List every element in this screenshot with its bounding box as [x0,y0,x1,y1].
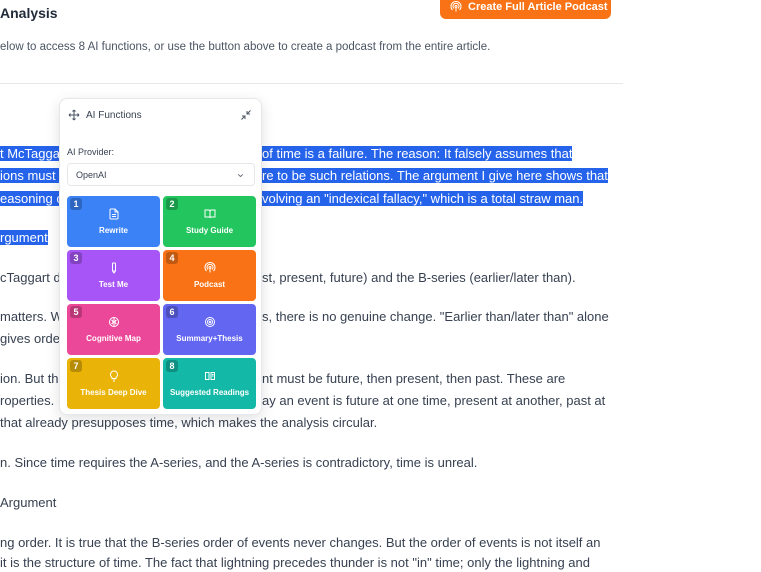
tile-rewrite[interactable]: 1 Rewrite [67,196,160,247]
tile-study-guide[interactable]: 2 Study Guide [163,196,256,247]
article-line: st, present, future) and the B-series (e… [262,270,576,285]
divider [0,83,623,84]
tile-number: 4 [166,252,178,264]
article-line: n. Since time requires the A-series, and… [0,455,478,470]
tile-label: Test Me [98,280,129,289]
tile-label: Suggested Readings [169,388,250,397]
panel-header[interactable]: AI Functions [60,99,261,131]
tile-number: 1 [70,198,82,210]
target-icon [204,317,215,327]
article-line: gives order [0,331,65,346]
article-line: t McTagga [0,146,60,161]
tile-label: Study Guide [185,226,234,235]
tile-cognitive-map[interactable]: 5 Cognitive Map [67,304,160,355]
page-subtitle: elow to access 8 AI functions, or use th… [0,41,491,53]
article-line: ion. But th [0,371,59,386]
tile-label: Rewrite [99,226,128,235]
article-line: it is the structure of time. The fact th… [0,555,590,570]
tile-number: 8 [166,360,178,372]
move-icon[interactable] [68,109,80,121]
book-icon [204,209,215,219]
create-podcast-label: Create Full Article Podcast [468,0,608,13]
minimize-icon[interactable] [240,109,252,121]
tile-label: Summary+Thesis [176,334,243,343]
brain-icon [108,317,119,327]
page-title: Analysis [0,5,58,21]
tile-number: 7 [70,360,82,372]
tile-number: 2 [166,198,178,210]
provider-value: OpenAI [76,169,107,180]
ai-functions-panel: AI Functions AI Provider: OpenAI 1 Rewri… [59,98,262,415]
create-podcast-button[interactable]: Create Full Article Podcast [440,0,611,19]
book-open-icon [204,372,215,380]
podcast-icon [204,262,215,273]
lightbulb-icon [109,370,118,382]
panel-title: AI Functions [86,109,142,121]
tile-number: 5 [70,306,82,318]
tile-summary-thesis[interactable]: 6 Summary+Thesis [163,304,256,355]
document-icon [109,208,118,220]
provider-select[interactable]: OpenAI [67,163,255,186]
tile-number: 3 [70,252,82,264]
article-line: cTaggart di [0,270,64,285]
article-line: volving an "indexical fallacy," which is… [262,191,584,206]
tile-number: 6 [166,306,178,318]
section-heading: rgument [0,230,48,245]
pencil-icon [111,262,116,274]
tile-podcast[interactable]: 4 Podcast [163,250,256,301]
tile-test-me[interactable]: 3 Test Me [67,250,160,301]
article-line: ions must f [0,168,63,183]
tile-label: Podcast [193,280,226,289]
article-line: ay an event is future at one time, prese… [262,393,606,408]
article-line: ng order. It is true that the B-series o… [0,535,601,550]
tile-label: Cognitive Map [86,334,141,343]
article-line: easoning c [0,191,63,206]
chevron-down-icon [237,174,244,178]
article-line: roperties. [0,393,55,408]
article-line: re to be such relations. The argument I … [262,168,608,183]
podcast-icon [450,0,462,11]
tile-suggested-readings[interactable]: 8 Suggested Readings [163,358,256,409]
article-line: nt must be future, then present, then pa… [262,371,566,386]
article-line: s, there is no genuine change. "Earlier … [262,309,609,324]
article-line: that already presupposes time, which mak… [0,415,378,430]
tile-thesis-deep-dive[interactable]: 7 Thesis Deep Dive [67,358,160,409]
article-line: matters. W [0,309,63,324]
section-heading-2: Argument [0,495,57,510]
provider-label: AI Provider: [67,147,115,157]
article-line: of time is a failure. The reason: It fal… [262,146,573,161]
tile-label: Thesis Deep Dive [80,388,147,397]
